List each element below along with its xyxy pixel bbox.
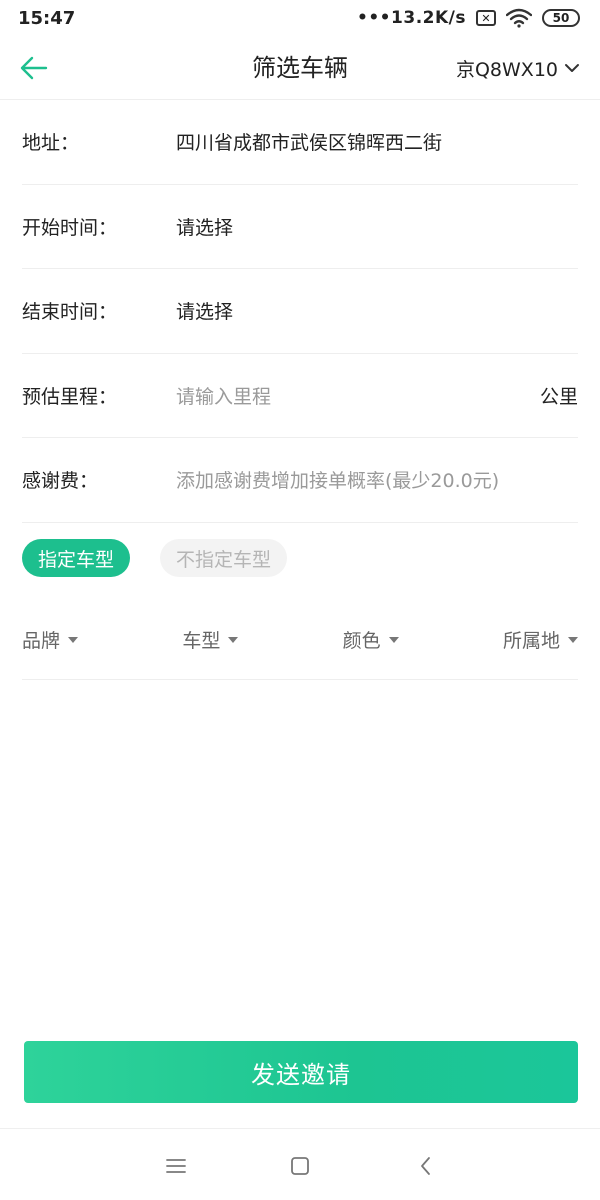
- filter-region-label: 所属地: [502, 630, 560, 652]
- nav-back-icon[interactable]: [413, 1153, 439, 1179]
- form-row-end-time[interactable]: 结束时间： 请选择: [22, 269, 578, 354]
- battery-icon: 50: [542, 9, 580, 27]
- form-row-tip[interactable]: 感谢费： 添加感谢费增加接单概率(最少20.0元): [22, 438, 578, 523]
- plate-number: 京Q8WX10: [455, 58, 558, 81]
- filter-region[interactable]: 所属地: [503, 626, 578, 653]
- filter-brand-label: 品牌: [22, 630, 61, 652]
- chip-unspecified-type[interactable]: 不指定车型: [160, 539, 288, 577]
- caret-down-icon: [228, 636, 239, 643]
- end-time-picker[interactable]: 请选择: [176, 297, 578, 324]
- address-value[interactable]: 四川省成都市武侯区锦晖西二街: [176, 128, 578, 155]
- status-right: •••13.2K/s ✕ 50: [357, 8, 580, 28]
- end-time-label: 结束时间：: [22, 301, 118, 324]
- tip-label: 感谢费：: [22, 470, 99, 493]
- filter-brand[interactable]: 品牌: [22, 626, 79, 653]
- form-row-start-time[interactable]: 开始时间： 请选择: [22, 185, 578, 269]
- filter-model-label: 车型: [182, 630, 221, 652]
- network-speed: •••13.2K/s: [356, 8, 466, 28]
- send-invite-button[interactable]: 发送邀请: [24, 1041, 578, 1103]
- status-bar: 15:47 •••13.2K/s ✕ 50: [0, 0, 600, 36]
- chip-specified-type[interactable]: 指定车型: [22, 539, 131, 577]
- start-time-label: 开始时间：: [22, 216, 118, 239]
- vehicle-filters: 品牌 车型 颜色 所属地: [22, 600, 578, 680]
- form-row-address[interactable]: 地址： 四川省成都市武侯区锦晖西二街: [22, 100, 578, 185]
- menu-icon[interactable]: [163, 1153, 189, 1179]
- filter-model[interactable]: 车型: [182, 626, 239, 653]
- form-row-mileage[interactable]: 预估里程： 请输入里程 公里: [22, 354, 578, 438]
- arrow-left-icon[interactable]: [16, 50, 52, 86]
- start-time-picker[interactable]: 请选择: [176, 213, 578, 240]
- filter-color[interactable]: 颜色: [343, 626, 399, 653]
- filter-form: 地址： 四川省成都市武侯区锦晖西二街 开始时间： 请选择 结束时间： 请选择 预…: [22, 100, 578, 523]
- sim-icon: ✕: [476, 10, 496, 26]
- filter-color-label: 颜色: [342, 630, 381, 652]
- caret-down-icon: [68, 636, 79, 643]
- address-label: 地址：: [22, 132, 80, 155]
- system-nav-bar: [0, 1128, 600, 1200]
- caret-down-icon: [568, 636, 578, 643]
- tip-input[interactable]: 添加感谢费增加接单概率(最少20.0元): [176, 466, 578, 493]
- vehicle-type-toggle: 指定车型 不指定车型: [22, 539, 288, 577]
- mileage-unit: 公里: [539, 385, 578, 408]
- home-square-icon[interactable]: [287, 1153, 313, 1179]
- chevron-down-icon: [564, 62, 580, 74]
- status-time: 15:47: [18, 7, 76, 29]
- mileage-label: 预估里程：: [22, 385, 118, 408]
- mileage-input[interactable]: 请输入里程: [176, 382, 540, 409]
- caret-down-icon: [388, 636, 399, 643]
- plate-selector[interactable]: 京Q8WX10: [456, 36, 580, 100]
- app-header: 筛选车辆 京Q8WX10: [0, 36, 600, 100]
- wifi-icon: [506, 8, 532, 28]
